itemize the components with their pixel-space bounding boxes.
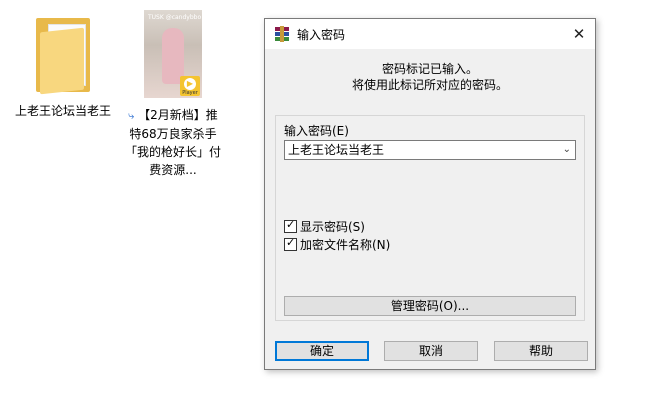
chevron-down-icon[interactable]: ⌄: [563, 141, 571, 159]
player-badge-text: Player: [182, 90, 198, 96]
dialog-title: 输入密码: [297, 27, 346, 42]
password-dialog: 输入密码 ✕ 密码标记已输入。 将使用此标记所对应的密码。 输入密码(E) 上老…: [264, 18, 596, 370]
show-password-checkbox-row[interactable]: ✓ 显示密码(S): [284, 218, 365, 235]
video-label: 【2月新档】推特68万良家杀手「我的枪好长」付费资源...: [124, 108, 221, 177]
desktop: 上老王论坛当老王 TUSK @candybbo ▶ Player ⤷ 【2月新档…: [0, 0, 669, 414]
shortcut-link-icon: ⤷: [128, 109, 135, 122]
cancel-button[interactable]: 取消: [384, 341, 478, 361]
help-button[interactable]: 帮助: [494, 341, 588, 361]
video-desktop-item[interactable]: TUSK @candybbo ▶ Player ⤷ 【2月新档】推特68万良家杀…: [118, 6, 228, 179]
checkmark-icon: ✓: [286, 236, 296, 249]
player-badge-icon: ▶ Player: [180, 76, 200, 96]
info-line-2: 将使用此标记所对应的密码。: [351, 78, 508, 92]
folder-icon: [28, 10, 98, 96]
password-value: 上老王论坛当老王: [288, 143, 385, 157]
encrypt-names-label: 加密文件名称(N): [300, 238, 391, 252]
dialog-titlebar[interactable]: 输入密码 ✕: [265, 19, 595, 49]
password-group: 输入密码(E) 上老王论坛当老王 ⌄ ✓ 显示密码(S) ✓ 加密文件名称(N)…: [275, 115, 585, 321]
info-line-1: 密码标记已输入。: [381, 62, 478, 76]
video-thumbnail: TUSK @candybbo ▶ Player: [144, 10, 202, 98]
close-icon[interactable]: ✕: [563, 19, 595, 49]
encrypt-names-checkbox[interactable]: ✓: [284, 236, 297, 251]
show-password-label: 显示密码(S): [300, 220, 365, 234]
ok-button[interactable]: 确定: [275, 341, 369, 361]
manage-passwords-button[interactable]: 管理密码(O)...: [284, 296, 576, 316]
password-combobox[interactable]: 上老王论坛当老王 ⌄: [284, 140, 576, 160]
checkmark-icon: ✓: [286, 218, 296, 231]
password-label: 输入密码(E): [284, 124, 349, 138]
video-caption: TUSK @candybbo: [148, 14, 202, 21]
folder-desktop-item[interactable]: 上老王论坛当老王: [8, 6, 118, 120]
folder-label: 上老王论坛当老王: [14, 104, 111, 118]
info-message: 密码标记已输入。 将使用此标记所对应的密码。: [275, 61, 585, 93]
show-password-checkbox[interactable]: ✓: [284, 218, 297, 233]
winrar-app-icon: [274, 26, 290, 42]
encrypt-names-checkbox-row[interactable]: ✓ 加密文件名称(N): [284, 236, 390, 253]
